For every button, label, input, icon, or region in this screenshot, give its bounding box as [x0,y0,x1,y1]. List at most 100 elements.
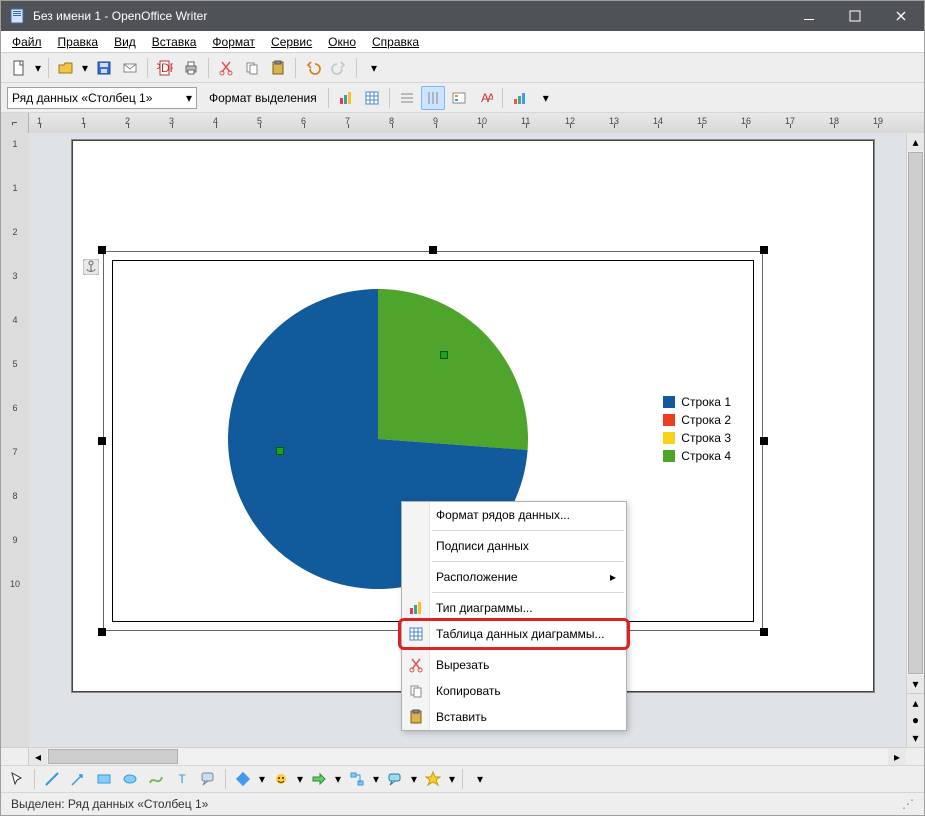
ctx-chart-type[interactable]: Тип диаграммы... [402,595,626,621]
dropdown-icon[interactable]: ▾ [447,772,457,786]
text-scaling-button[interactable]: AA [473,86,497,110]
ctx-arrangement[interactable]: Расположение▸ [402,564,626,590]
ctx-cut[interactable]: Вырезать [402,652,626,678]
rect-tool-button[interactable] [92,767,116,791]
line-tool-button[interactable] [40,767,64,791]
open-button[interactable] [54,56,78,80]
standard-toolbar: ▾ ▾ PDF ▾ [1,53,924,83]
menu-help[interactable]: Справка [365,33,426,51]
ctx-data-labels[interactable]: Подписи данных [402,533,626,559]
element-selector-value: Ряд данных «Столбец 1» [12,91,152,105]
cut-icon [406,655,426,675]
resize-grip-icon[interactable]: ⋰ [902,797,914,811]
legend-swatch [663,414,675,426]
cut-button[interactable] [214,56,238,80]
document-page: Строка 1 Строка 2 Строка 3 Строка 4 Форм… [73,141,873,691]
chart-area[interactable]: Строка 1 Строка 2 Строка 3 Строка 4 Форм… [112,260,754,622]
freeform-tool-button[interactable] [144,767,168,791]
toolbar2-options-icon[interactable]: ▾ [534,86,558,110]
scrollbar-vertical[interactable]: ▴ ▾ ▴ ● ▾ [906,133,924,747]
ctx-chart-data-table[interactable]: Таблица данных диаграммы... [402,621,626,647]
menu-view[interactable]: Вид [107,33,143,51]
series-handle[interactable] [276,447,284,455]
prev-page-icon[interactable]: ▴ [907,693,924,711]
menu-format[interactable]: Формат [205,33,262,51]
menu-bar: Файл Правка Вид Вставка Формат Сервис Ок… [1,31,924,53]
ruler-corner: ⌐ [1,113,29,133]
status-bar: Выделен: Ряд данных «Столбец 1» ⋰ [1,793,924,815]
basic-shapes-button[interactable] [231,767,255,791]
legend-label: Строка 2 [681,413,731,427]
new-doc-button[interactable] [7,56,31,80]
ruler-vertical: 112345678910 [1,133,29,747]
legend-button[interactable] [447,86,471,110]
email-button[interactable] [118,56,142,80]
menu-window[interactable]: Окно [321,33,363,51]
drawing-toolbar: T ▾ ▾ ▾ ▾ ▾ ▾ ▾ [1,765,924,793]
close-button[interactable] [878,1,924,31]
undo-button[interactable] [301,56,325,80]
arrow-tool-button[interactable] [66,767,90,791]
redo-button[interactable] [327,56,351,80]
dropdown-icon[interactable]: ▾ [295,772,305,786]
menu-file[interactable]: Файл [5,33,49,51]
chart-object-frame[interactable]: Строка 1 Строка 2 Строка 3 Строка 4 Форм… [103,251,763,631]
scroll-thumb-h[interactable] [48,749,178,764]
ruler-horizontal: ⌐ 112345678910111213141516171819 [1,113,924,133]
grid-h-button[interactable] [395,86,419,110]
ellipse-tool-button[interactable] [118,767,142,791]
grid-v-button[interactable] [421,86,445,110]
new-doc-dropdown-icon[interactable]: ▾ [33,61,43,75]
select-tool-button[interactable] [5,767,29,791]
dropdown-icon[interactable]: ▾ [333,772,343,786]
chart-data-table-button[interactable] [360,86,384,110]
element-selector-combo[interactable]: Ряд данных «Столбец 1» ▾ [7,87,197,109]
scroll-down-icon[interactable]: ▾ [907,675,924,693]
scrollbar-horizontal[interactable]: ◂ ▸ [29,748,906,765]
anchor-icon [83,259,99,275]
scroll-left-icon[interactable]: ◂ [29,748,47,766]
flowchart-button[interactable] [345,767,369,791]
statistics-button[interactable] [508,86,532,110]
text-tool-button[interactable]: T [170,767,194,791]
legend-item: Строка 2 [663,413,731,427]
dropdown-icon[interactable]: ▾ [257,772,267,786]
stars-button[interactable] [421,767,445,791]
paste-button[interactable] [266,56,290,80]
chart-format-toolbar: Ряд данных «Столбец 1» ▾ Формат выделени… [1,83,924,113]
block-arrows-button[interactable] [307,767,331,791]
window-title: Без имени 1 - OpenOffice Writer [33,9,786,23]
browse-target-icon[interactable]: ● [907,711,924,729]
menu-edit[interactable]: Правка [51,33,106,51]
ctx-copy[interactable]: Копировать [402,678,626,704]
callout-tool-button[interactable] [196,767,220,791]
status-text: Выделен: Ряд данных «Столбец 1» [11,797,208,811]
callouts-button[interactable] [383,767,407,791]
scroll-right-icon[interactable]: ▸ [888,748,906,766]
scroll-thumb-v[interactable] [908,152,923,674]
series-handle[interactable] [440,351,448,359]
chart-type-button[interactable] [334,86,358,110]
next-page-icon[interactable]: ▾ [907,729,924,747]
toolbar-options-icon[interactable]: ▾ [362,56,386,80]
export-pdf-button[interactable]: PDF [153,56,177,80]
minimize-button[interactable] [786,1,832,31]
chart-legend[interactable]: Строка 1 Строка 2 Строка 3 Строка 4 [663,395,731,463]
print-button[interactable] [179,56,203,80]
symbol-shapes-button[interactable] [269,767,293,791]
open-dropdown-icon[interactable]: ▾ [80,61,90,75]
menu-tools[interactable]: Сервис [264,33,319,51]
copy-button[interactable] [240,56,264,80]
ctx-paste[interactable]: Вставить [402,704,626,730]
save-button[interactable] [92,56,116,80]
drawing-toolbar-options-icon[interactable]: ▾ [468,767,492,791]
ctx-format-data-series[interactable]: Формат рядов данных... [402,502,626,528]
dropdown-icon[interactable]: ▾ [409,772,419,786]
menu-insert[interactable]: Вставка [145,33,204,51]
format-selection-button[interactable]: Формат выделения [203,91,323,105]
scroll-up-icon[interactable]: ▴ [907,133,924,151]
dropdown-icon[interactable]: ▾ [371,772,381,786]
copy-icon [406,681,426,701]
maximize-button[interactable] [832,1,878,31]
page-viewport[interactable]: Строка 1 Строка 2 Строка 3 Строка 4 Форм… [29,133,906,747]
